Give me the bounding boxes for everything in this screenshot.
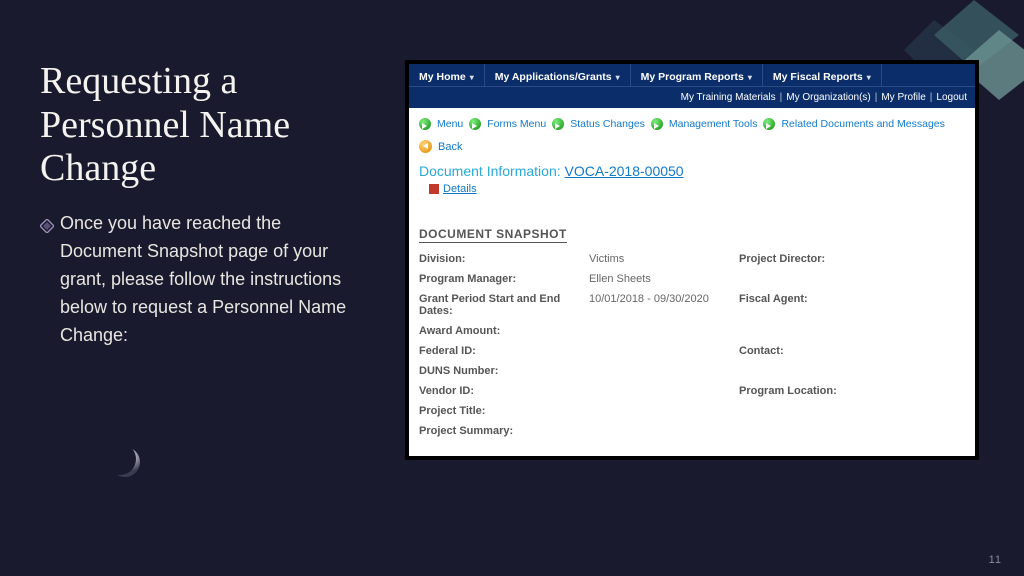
slide-body: Once you have reached the Document Snaps… bbox=[40, 210, 360, 349]
details-link[interactable]: Details bbox=[443, 183, 477, 195]
slide-title: Requesting a Personnel Name Change bbox=[40, 60, 360, 191]
play-icon bbox=[763, 118, 775, 130]
link-my-profile[interactable]: My Profile bbox=[881, 92, 925, 103]
link-my-organizations[interactable]: My Organization(s) bbox=[786, 92, 870, 103]
chevron-down-icon: ▾ bbox=[470, 73, 474, 82]
label-contact: Contact: bbox=[739, 345, 965, 357]
crumb-management-tools[interactable]: Management Tools bbox=[669, 118, 758, 130]
document-info-label: Document Information: bbox=[419, 163, 561, 179]
label-award-amount: Award Amount: bbox=[419, 325, 589, 337]
primary-tab-bar: My Home▾ My Applications/Grants▾ My Prog… bbox=[409, 64, 975, 86]
play-icon bbox=[419, 118, 431, 130]
link-logout[interactable]: Logout bbox=[936, 92, 967, 103]
label-project-title: Project Title: bbox=[419, 405, 589, 417]
label-project-summary: Project Summary: bbox=[419, 425, 589, 437]
slide-bullet-text: Once you have reached the Document Snaps… bbox=[60, 210, 360, 349]
label-fiscal-agent: Fiscal Agent: bbox=[739, 293, 965, 317]
snapshot-grid: Division: Victims Project Director: Prog… bbox=[409, 249, 975, 441]
play-icon bbox=[651, 118, 663, 130]
document-number-link[interactable]: VOCA-2018-00050 bbox=[565, 163, 684, 179]
label-federal-id: Federal ID: bbox=[419, 345, 589, 357]
snapshot-heading: DOCUMENT SNAPSHOT bbox=[419, 227, 965, 241]
app-screenshot: My Home▾ My Applications/Grants▾ My Prog… bbox=[405, 60, 979, 460]
back-link[interactable]: Back bbox=[438, 141, 462, 153]
back-row: Back bbox=[409, 136, 975, 157]
tab-my-fiscal-reports[interactable]: My Fiscal Reports▾ bbox=[763, 64, 882, 86]
value-program-manager: Ellen Sheets bbox=[589, 273, 739, 285]
value-division: Victims bbox=[589, 253, 739, 265]
chevron-down-icon: ▾ bbox=[616, 73, 620, 82]
label-division: Division: bbox=[419, 253, 589, 265]
tab-my-home[interactable]: My Home▾ bbox=[409, 64, 485, 86]
play-icon bbox=[469, 118, 481, 130]
moon-decoration-icon bbox=[108, 445, 142, 479]
chevron-down-icon: ▾ bbox=[748, 73, 752, 82]
label-grant-period: Grant Period Start and End Dates: bbox=[419, 293, 589, 317]
label-program-manager: Program Manager: bbox=[419, 273, 589, 285]
crumb-menu[interactable]: Menu bbox=[437, 118, 463, 130]
document-info-heading: Document Information: VOCA-2018-00050 bbox=[409, 157, 975, 181]
diamond-bullet-icon bbox=[40, 214, 54, 242]
play-icon bbox=[552, 118, 564, 130]
label-vendor-id: Vendor ID: bbox=[419, 385, 589, 397]
user-link-bar: My Training Materials| My Organization(s… bbox=[409, 86, 975, 108]
label-duns-number: DUNS Number: bbox=[419, 365, 589, 377]
link-training-materials[interactable]: My Training Materials bbox=[681, 92, 776, 103]
crumb-related-documents[interactable]: Related Documents and Messages bbox=[781, 118, 944, 130]
back-arrow-icon bbox=[419, 140, 432, 153]
chevron-down-icon: ▾ bbox=[867, 73, 871, 82]
label-project-director: Project Director: bbox=[739, 253, 965, 265]
crumb-forms-menu[interactable]: Forms Menu bbox=[487, 118, 546, 130]
crumb-status-changes[interactable]: Status Changes bbox=[570, 118, 645, 130]
details-toggle-row: Details bbox=[409, 181, 975, 205]
value-grant-period: 10/01/2018 - 09/30/2020 bbox=[589, 293, 739, 317]
collapse-toggle-icon[interactable] bbox=[429, 184, 439, 194]
tab-my-program-reports[interactable]: My Program Reports▾ bbox=[631, 64, 763, 86]
breadcrumb-menu: Menu Forms Menu Status Changes Managemen… bbox=[409, 108, 975, 136]
page-number: 11 bbox=[989, 554, 1002, 566]
label-program-location: Program Location: bbox=[739, 385, 965, 397]
tab-my-applications-grants[interactable]: My Applications/Grants▾ bbox=[485, 64, 631, 86]
